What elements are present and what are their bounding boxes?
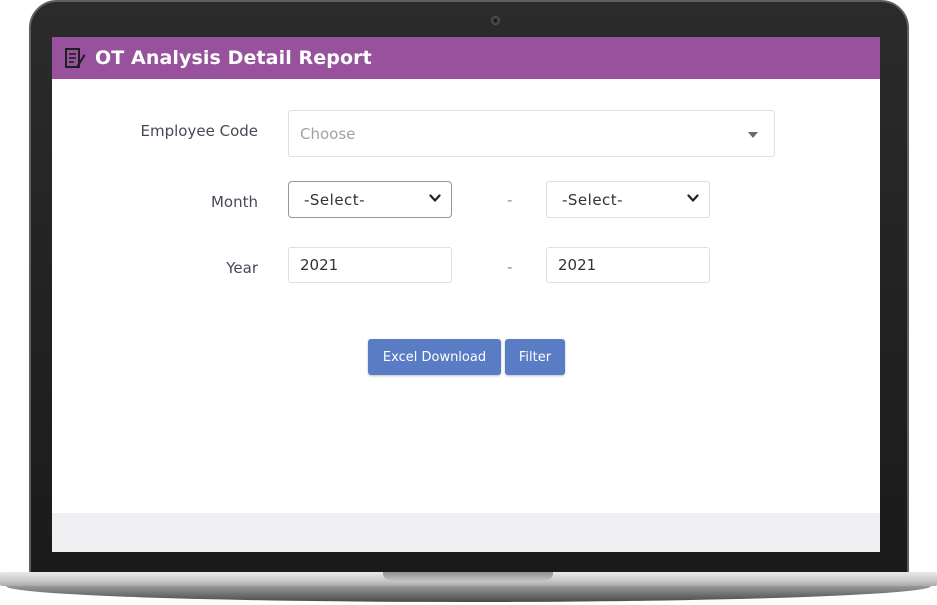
laptop-notch (383, 572, 553, 581)
excel-download-button[interactable]: Excel Download (368, 339, 501, 375)
report-edit-icon (64, 46, 86, 70)
page-footer (52, 513, 880, 552)
chevron-down-icon (429, 194, 441, 202)
month-label: Month (210, 193, 258, 211)
chevron-down-icon (687, 194, 699, 202)
year-from-input[interactable]: 2021 (288, 247, 452, 283)
employee-code-placeholder: Choose (300, 124, 356, 143)
laptop-base-bottom (6, 586, 931, 602)
year-label: Year (226, 259, 258, 277)
employee-code-select[interactable]: Choose (288, 110, 775, 157)
month-to-value: -Select- (562, 190, 624, 209)
month-to-select[interactable]: -Select- (546, 181, 710, 218)
laptop-base (0, 572, 937, 605)
year-range-separator: - (507, 258, 513, 276)
page-title: OT Analysis Detail Report (95, 47, 372, 69)
employee-code-label: Employee Code (140, 122, 258, 140)
caret-down-icon (748, 132, 758, 138)
month-from-value: -Select- (304, 190, 366, 209)
webcam-icon (491, 16, 500, 25)
year-to-input[interactable]: 2021 (546, 247, 710, 283)
page-header: OT Analysis Detail Report (52, 37, 880, 79)
app-screen: OT Analysis Detail Report Employee Code … (52, 37, 880, 552)
year-to-value: 2021 (558, 256, 597, 274)
month-range-separator: - (507, 191, 513, 209)
filter-button[interactable]: Filter (505, 339, 565, 375)
month-from-select[interactable]: -Select- (288, 181, 452, 218)
year-from-value: 2021 (300, 256, 339, 274)
